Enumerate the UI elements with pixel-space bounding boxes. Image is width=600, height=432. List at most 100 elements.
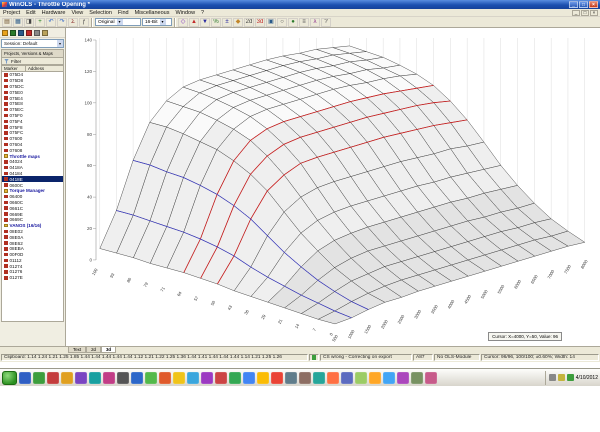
maximize-button[interactable]: □ — [579, 1, 588, 8]
map-item-label: 075E8 — [9, 101, 23, 107]
mdi-close-button[interactable]: × — [590, 9, 598, 16]
version-combo[interactable]: Original ▾ — [95, 18, 141, 26]
taskbar-app-3[interactable] — [47, 371, 59, 384]
save-button[interactable]: ▦ — [13, 17, 23, 27]
undo-button[interactable]: ↶ — [46, 17, 56, 27]
taskbar-app-8[interactable] — [117, 371, 129, 384]
taskbar-app-26[interactable] — [369, 371, 381, 384]
properties-icon[interactable] — [34, 29, 40, 36]
menu-view[interactable]: View — [68, 10, 86, 16]
taskbar-app-24[interactable] — [341, 371, 353, 384]
taskbar-app-13[interactable] — [187, 371, 199, 384]
taskbar-app-15[interactable] — [215, 371, 227, 384]
tab-projects-versions-maps[interactable]: Projects, Versions & Maps — [1, 49, 64, 57]
checksum-button[interactable]: Σ — [68, 17, 78, 27]
close-button[interactable]: × — [589, 1, 598, 8]
column-marker[interactable]: Marker — [2, 66, 26, 71]
map-icon — [4, 229, 8, 234]
system-tray: 4/10/2012 — [544, 370, 598, 385]
minimize-button[interactable]: _ — [569, 1, 578, 8]
taskbar-app-12[interactable] — [173, 371, 185, 384]
menu-hardware[interactable]: Hardware — [39, 10, 69, 16]
taskbar-app-28[interactable] — [397, 371, 409, 384]
taskbar-app-25[interactable] — [355, 371, 367, 384]
svg-text:50: 50 — [210, 299, 217, 306]
taskbar-app-11[interactable] — [159, 371, 171, 384]
menu-window[interactable]: Window — [172, 10, 198, 16]
import-icon[interactable] — [10, 29, 16, 36]
taskbar-app-27[interactable] — [383, 371, 395, 384]
menu-project[interactable]: Project — [0, 10, 23, 16]
surface-plot[interactable]: 140 120 100 80 60 40 2000 7 14 21 29 36 43 50 57 64 71 79… — [66, 28, 600, 346]
properties-button[interactable]: ≡ — [299, 17, 309, 27]
export-icon[interactable] — [18, 29, 24, 36]
help-button[interactable]: ? — [321, 17, 331, 27]
status-cursor: Cursor: 96/96, 100/100; ±0.60%; Width: 1… — [481, 354, 599, 361]
taskbar-app-10[interactable] — [145, 371, 157, 384]
data-org-combo[interactable]: 16-Bit ▾ — [142, 18, 172, 26]
taskbar-app-17[interactable] — [243, 371, 255, 384]
map-item-label: 075F0 — [9, 112, 23, 118]
new-folder-icon[interactable] — [2, 29, 8, 36]
menu-miscellaneous[interactable]: Miscellaneous — [132, 10, 173, 16]
taskbar-app-2[interactable] — [33, 371, 45, 384]
view-2d-button[interactable]: 2d — [244, 17, 254, 27]
menu--[interactable]: ? — [198, 10, 207, 16]
add-map-button[interactable]: + — [35, 17, 45, 27]
increase-button[interactable]: ▲ — [189, 17, 199, 27]
map-icon — [4, 206, 8, 210]
taskbar-app-22[interactable] — [313, 371, 325, 384]
taskbar-app-23[interactable] — [327, 371, 339, 384]
taskbar-app-19[interactable] — [271, 371, 283, 384]
title-bar[interactable]: WinOLS - Throttle Opening * _ □ × — [0, 0, 600, 9]
svg-text:4500: 4500 — [463, 293, 472, 304]
taskbar-app-5[interactable] — [75, 371, 87, 384]
start-button[interactable] — [2, 370, 17, 385]
search-icon[interactable] — [42, 29, 48, 36]
zoom-in-button[interactable]: ● — [288, 17, 298, 27]
taskbar-app-9[interactable] — [131, 371, 143, 384]
map-icon — [4, 107, 8, 112]
mdi-minimize-button[interactable]: _ — [572, 9, 580, 16]
taskbar-app-29[interactable] — [411, 371, 423, 384]
tray-icon-1[interactable] — [566, 374, 574, 381]
menu-find[interactable]: Find — [115, 10, 132, 16]
tray-icon-3[interactable] — [548, 374, 556, 381]
taskbar-app-14[interactable] — [201, 371, 213, 384]
taskbar-app-6[interactable] — [89, 371, 101, 384]
taskbar-app-21[interactable] — [299, 371, 311, 384]
taskbar-app-18[interactable] — [257, 371, 269, 384]
offset-button[interactable]: ± — [222, 17, 232, 27]
menu-selection[interactable]: Selection — [86, 10, 115, 16]
map-item[interactable]: 0127E — [2, 275, 63, 281]
zoom-out-button[interactable]: ○ — [277, 17, 287, 27]
filter-row[interactable]: Filter — [1, 57, 64, 65]
grid-button[interactable]: ▣ — [266, 17, 276, 27]
tray-icon-2[interactable] — [557, 374, 565, 381]
mdi-restore-button[interactable]: □ — [581, 9, 589, 16]
map-list-header[interactable]: Marker Address — [1, 65, 64, 72]
folder-icon — [4, 223, 8, 228]
lambda-button[interactable]: λ — [310, 17, 320, 27]
open-project-button[interactable]: ▤ — [2, 17, 12, 27]
taskbar-app-1[interactable] — [19, 371, 31, 384]
copy-button[interactable]: ◨ — [24, 17, 34, 27]
session-select[interactable]: Session: Default ▾ — [1, 39, 64, 48]
taskbar-app-7[interactable] — [103, 371, 115, 384]
redo-button[interactable]: ↷ — [57, 17, 67, 27]
menu-edit[interactable]: Edit — [23, 10, 38, 16]
taskbar-app-20[interactable] — [285, 371, 297, 384]
marker-button[interactable]: ◇ — [178, 17, 188, 27]
taskbar-app-16[interactable] — [229, 371, 241, 384]
decrease-button[interactable]: ▼ — [200, 17, 210, 27]
taskbar-app-30[interactable] — [425, 371, 437, 384]
clock[interactable]: 4/10/2012 — [576, 375, 598, 381]
function-button[interactable]: ƒ — [79, 17, 89, 27]
taskbar-app-4[interactable] — [61, 371, 73, 384]
map-item-label: 04024 — [9, 159, 23, 165]
selection-button[interactable]: ◆ — [233, 17, 243, 27]
percent-button[interactable]: % — [211, 17, 221, 27]
view-3d-button[interactable]: 3d — [255, 17, 265, 27]
delete-icon[interactable] — [26, 29, 32, 36]
column-address[interactable]: Address — [26, 66, 63, 71]
